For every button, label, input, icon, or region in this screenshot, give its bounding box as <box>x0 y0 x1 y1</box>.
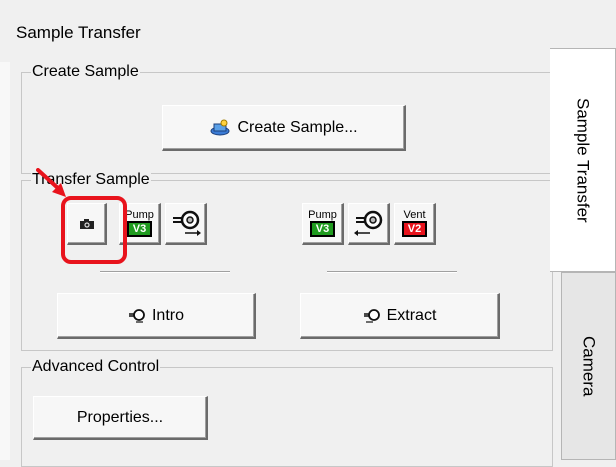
tab-sample-transfer-label: Sample Transfer <box>573 97 593 223</box>
vent-label: Vent <box>403 209 426 221</box>
extract-button[interactable]: Extract <box>300 293 500 339</box>
extract-button-label: Extract <box>386 306 437 324</box>
annotation-arrow-icon <box>36 168 66 197</box>
tab-camera[interactable]: Camera <box>561 272 616 460</box>
pump-v3-button-right[interactable]: Pump V3 <box>302 203 344 245</box>
camera-highlight-box <box>61 196 127 264</box>
v2-badge: V2 <box>401 221 428 237</box>
properties-button[interactable]: Properties... <box>33 396 208 440</box>
create-sample-button-label: Create Sample... <box>237 118 358 136</box>
pump-label: Pump <box>125 209 154 221</box>
tab-camera-label: Camera <box>579 335 599 397</box>
tab-sample-transfer[interactable]: Sample Transfer <box>550 48 616 272</box>
create-sample-button[interactable]: Create Sample... <box>162 105 406 151</box>
create-sample-group-label: Create Sample <box>31 63 140 81</box>
intro-button[interactable]: Intro <box>57 293 256 339</box>
create-sample-group: Create Sample Create Sample... <box>21 63 553 174</box>
intro-icon <box>128 308 146 324</box>
v3-badge: V3 <box>126 221 153 237</box>
intro-transfer-icon <box>172 210 201 236</box>
right-separator <box>327 271 457 273</box>
tab-strip: Sample Transfer Camera <box>550 0 616 460</box>
title-bar: Sample Transfer <box>0 0 616 62</box>
vent-v2-button[interactable]: Vent V2 <box>394 203 436 245</box>
intro-transfer-button[interactable] <box>165 203 207 245</box>
create-sample-icon <box>209 119 231 137</box>
window-title: Sample Transfer <box>16 23 141 42</box>
intro-button-label: Intro <box>151 306 184 324</box>
pump-label-right: Pump <box>308 209 337 221</box>
extract-transfer-button[interactable] <box>348 203 390 245</box>
advanced-control-group: Advanced Control Properties... <box>21 358 553 467</box>
left-separator <box>100 271 230 273</box>
properties-button-label: Properties... <box>76 408 164 426</box>
extract-transfer-icon <box>353 210 382 236</box>
extract-icon <box>363 308 381 324</box>
v3-badge-right: V3 <box>309 221 336 237</box>
advanced-control-group-label: Advanced Control <box>31 358 161 376</box>
